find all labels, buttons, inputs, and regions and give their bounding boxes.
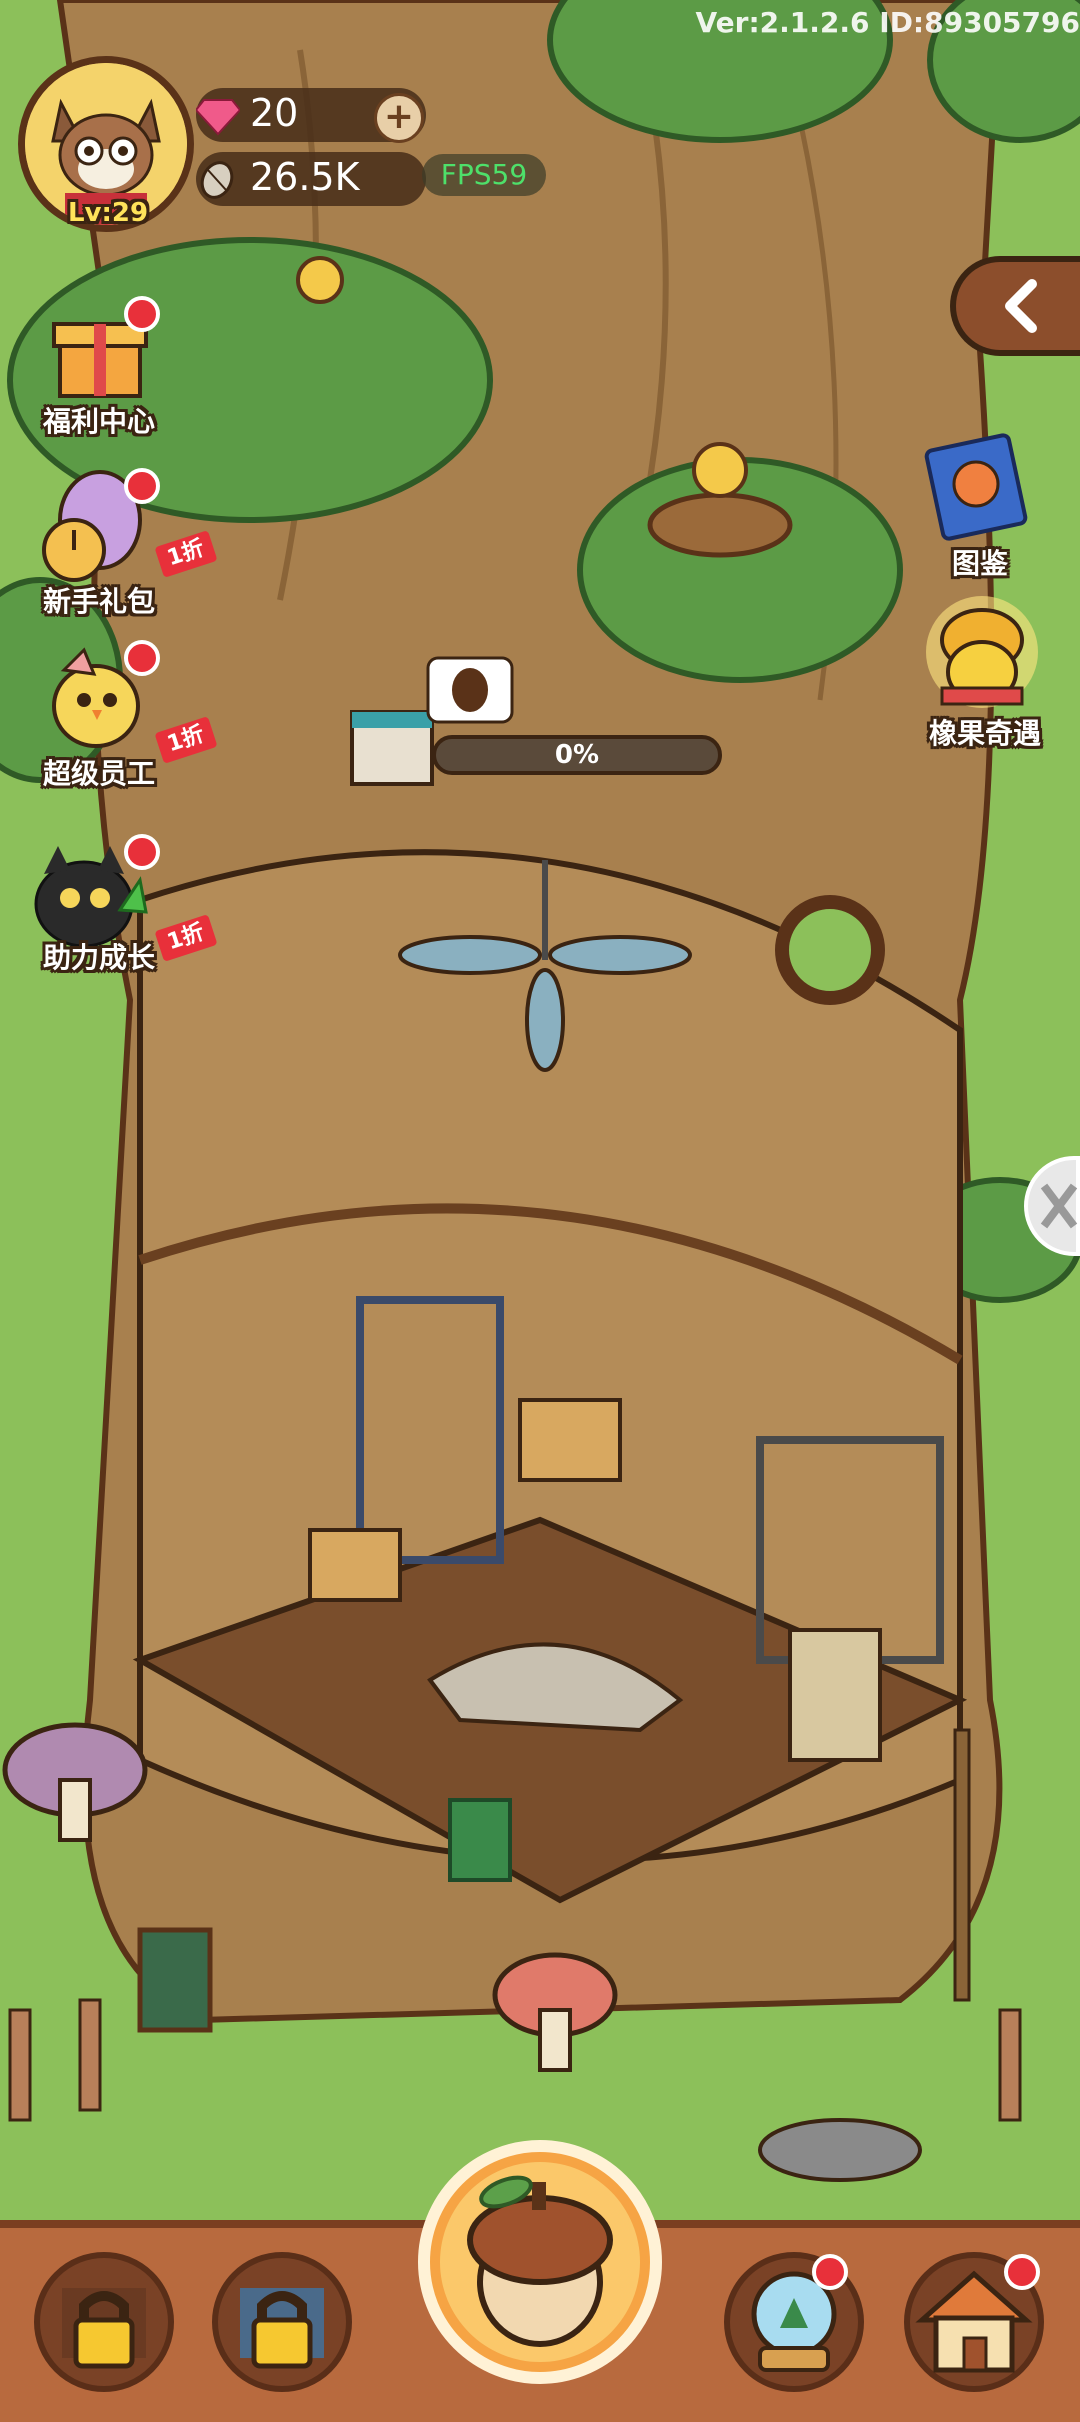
- chevron-left-icon: [1005, 279, 1037, 333]
- super-employee-button[interactable]: 1折 超级员工: [24, 640, 218, 790]
- newbie-pack-button[interactable]: 1折 新手礼包: [24, 468, 218, 618]
- growth-boost-button[interactable]: 1折 助力成长: [24, 834, 218, 984]
- close-icon: [1040, 1183, 1078, 1229]
- acorn-adventure-label: 橡果奇遇: [928, 717, 1041, 750]
- locked-slot-2-button[interactable]: [212, 2252, 352, 2392]
- codex-button[interactable]: 图鉴: [900, 432, 1060, 582]
- version-id-text: Ver:2.1.2.6 ID:89305796: [695, 6, 1080, 39]
- player-level: Lv:29: [67, 198, 149, 228]
- lock-icon: [240, 2288, 324, 2369]
- collapse-panel-button[interactable]: [950, 256, 1080, 356]
- locked-slot-1-button[interactable]: [34, 2252, 174, 2392]
- gem-count: 20: [250, 91, 299, 135]
- super-employee-label: 超级员工: [42, 757, 155, 790]
- growth-boost-label: 助力成长: [42, 941, 155, 974]
- build-progress-label: 0%: [554, 740, 600, 770]
- acorn-adventure-button[interactable]: 橡果奇遇: [900, 592, 1070, 752]
- gem-icon: [194, 96, 242, 140]
- add-gems-button[interactable]: +: [374, 93, 424, 143]
- acorn-bell-icon: [926, 596, 1038, 708]
- acorn-icon: [440, 2162, 640, 2362]
- notification-badge: [124, 640, 160, 676]
- welfare-center-label: 福利中心: [42, 405, 155, 438]
- acorn-main-button[interactable]: [418, 2140, 662, 2384]
- notification-badge: [124, 468, 160, 504]
- fps-indicator: FPS59: [422, 154, 546, 196]
- lock-icon: [62, 2288, 146, 2369]
- build-progress-bar: 0%: [432, 735, 722, 775]
- notification-badge: [124, 834, 160, 870]
- welfare-center-button[interactable]: 福利中心: [24, 296, 174, 438]
- notification-badge: [812, 2254, 848, 2290]
- seed-count: 26.5K: [250, 155, 360, 199]
- book-icon: [924, 433, 1028, 541]
- notification-badge: [1004, 2254, 1040, 2290]
- codex-label: 图鉴: [951, 547, 1008, 580]
- newbie-pack-label: 新手礼包: [42, 585, 155, 618]
- notification-badge: [124, 296, 160, 332]
- seed-icon: [198, 160, 236, 204]
